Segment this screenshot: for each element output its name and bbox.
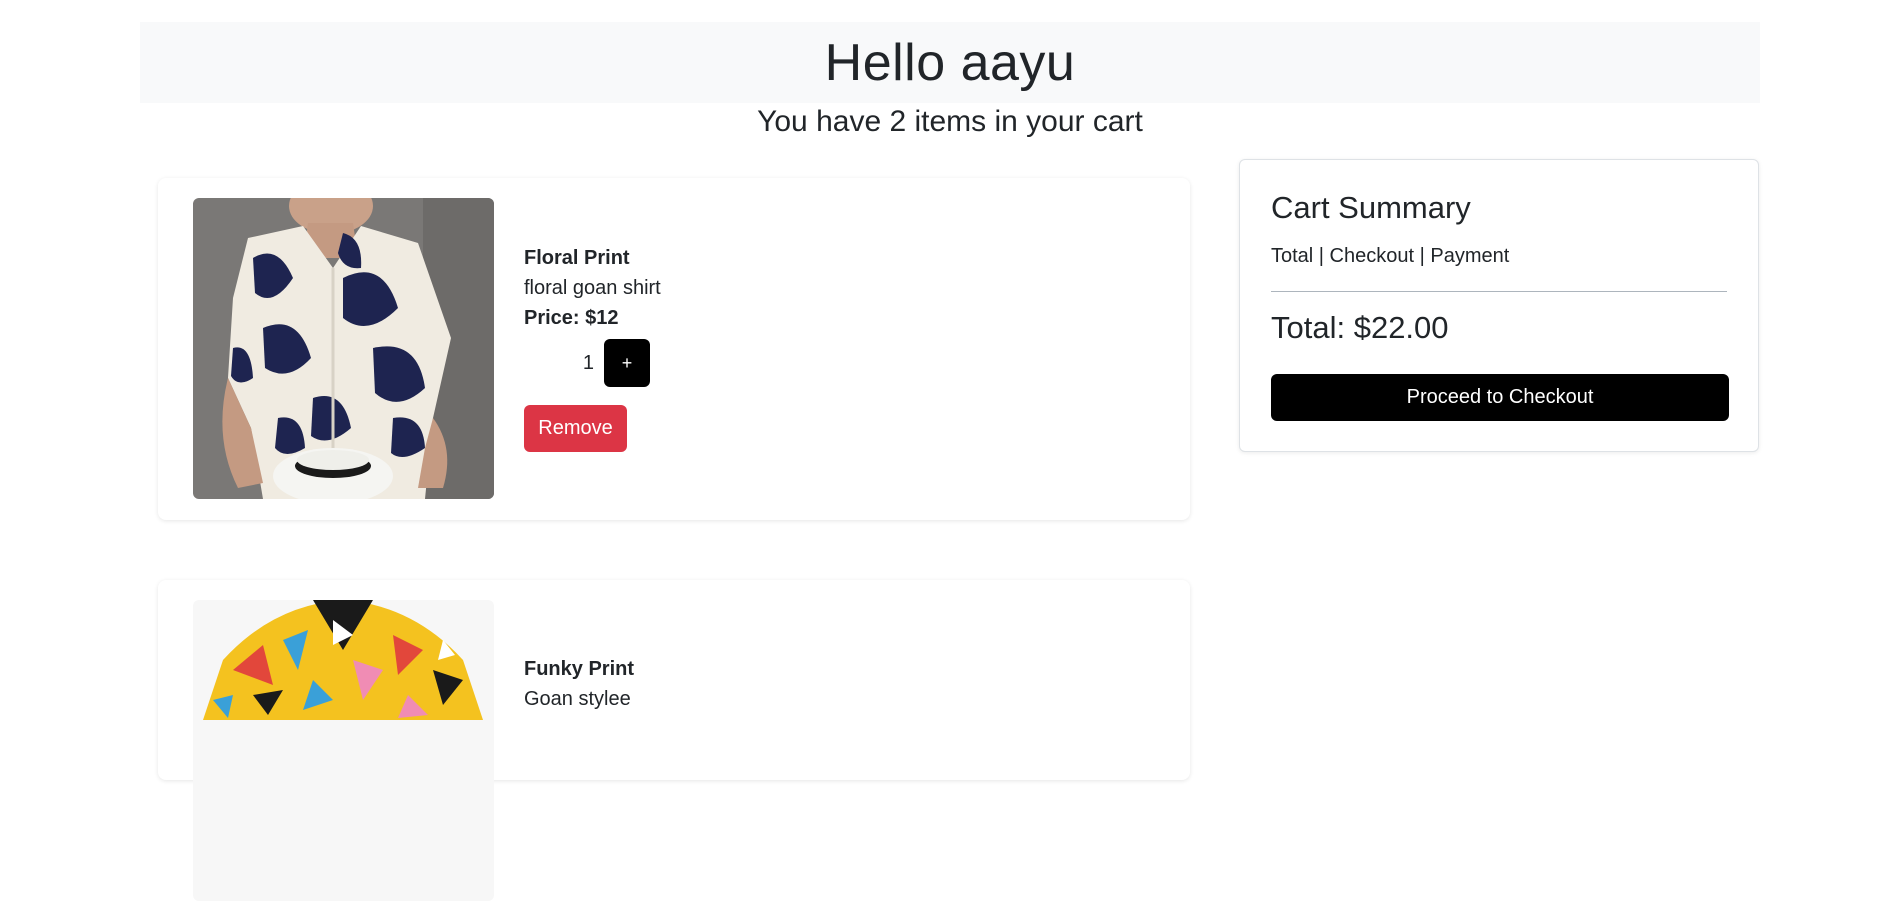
item-name: Floral Print — [524, 247, 630, 269]
funky-shirt-photo — [193, 600, 494, 901]
page-title: Hello aayu — [824, 33, 1076, 92]
summary-divider — [1271, 291, 1727, 292]
summary-title: Cart Summary — [1271, 190, 1471, 225]
proceed-to-checkout-button[interactable]: Proceed to Checkout — [1271, 374, 1729, 421]
cart-item-card: Funky Print Goan stylee — [158, 580, 1190, 901]
item-name: Funky Print — [524, 658, 635, 680]
item-details: Funky Print Goan stylee — [524, 654, 634, 714]
product-image-floral — [193, 198, 494, 499]
increase-quantity-button[interactable]: + — [604, 339, 650, 387]
cart-item-card: Floral Print floral goan shirt Price: $1… — [158, 178, 1190, 520]
item-description: floral goan shirt — [524, 277, 661, 299]
cart-summary-card: Cart Summary Total | Checkout | Payment … — [1239, 159, 1759, 452]
quantity-control: 1 + — [524, 339, 661, 387]
cart-total: Total: $22.00 — [1271, 310, 1449, 345]
quantity-value: 1 — [582, 352, 594, 374]
product-image-funky — [193, 600, 494, 901]
greeting-bar: Hello aayu — [140, 22, 1760, 103]
floral-shirt-photo — [193, 198, 494, 499]
item-description: Goan stylee — [524, 688, 631, 710]
cart-count-heading: You have 2 items in your cart — [757, 105, 1143, 138]
item-details: Floral Print floral goan shirt Price: $1… — [524, 243, 661, 452]
remove-item-button[interactable]: Remove — [524, 405, 627, 452]
summary-subtitle: Total | Checkout | Payment — [1271, 245, 1510, 267]
item-price: Price: $12 — [524, 307, 619, 329]
